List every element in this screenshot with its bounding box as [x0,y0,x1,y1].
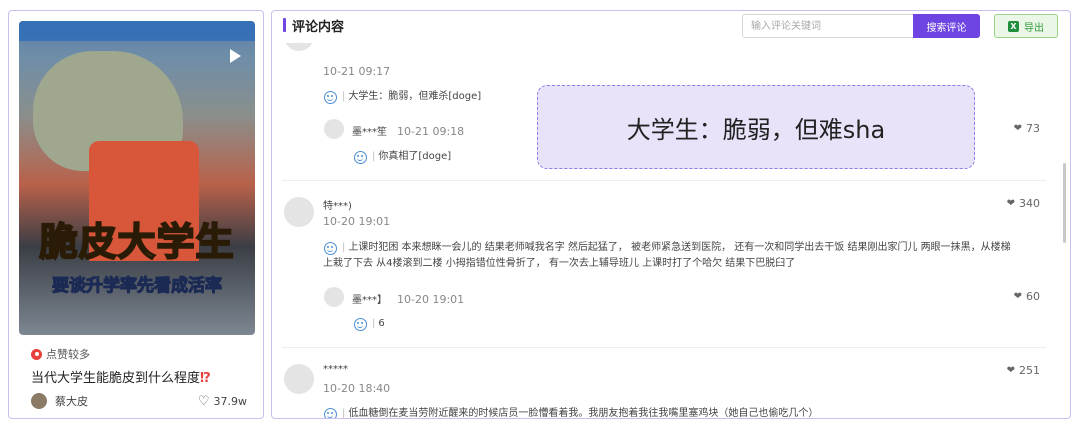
reply-text: | 6 [372,318,385,329]
reply-likes[interactable]: ❤ 73 [1014,122,1040,135]
panel-title: 评论内容 [292,20,345,35]
smile-icon [324,91,337,104]
comment-likes-count: 251 [1019,364,1040,377]
comments-panel: 评论内容 搜索评论 X 导出 10-21 09:17 |大学生：脆弱，但难杀[d… [271,10,1071,419]
video-title[interactable]: 当代大学生能脆皮到什么程度⁉ [31,367,211,386]
comment-text: | 大学生：脆弱，但难杀[doge] [342,91,482,102]
play-icon[interactable] [230,49,241,63]
comment-text-body: 大学生：脆弱，但难杀[doge] [348,91,482,102]
comment-likes[interactable]: ❤ 340 [1007,197,1040,210]
reply-likes[interactable]: ❤ 60 [1014,290,1040,303]
reply-time: 10-21 09:18 [397,125,465,138]
comment-likes-count: 340 [1019,197,1040,210]
reply-text: | 你真相了[doge] [372,151,452,162]
reply-avatar[interactable] [324,287,344,307]
reply-likes-count: 60 [1026,290,1040,303]
popularity-badge: 点赞较多 [31,346,90,362]
comment-likes[interactable]: ❤ 251 [1007,364,1040,377]
comment-text-line1: 上课时犯困 本来想眯一会儿的 结果老师喊我名字 然后起猛了， 被老师紧急送到医院… [348,242,1011,253]
badge-icon [31,348,42,360]
video-likes: ♡ 37.9w [198,395,247,408]
heart-icon: ❤ [1006,365,1015,376]
heart-icon: ❤ [1013,123,1022,134]
comment-text: | 上课时犯困 本来想眯一会儿的 结果老师喊我名字 然后起猛了， 被老师紧急送到医… [342,242,1011,253]
thumbnail-title: 脆皮大学生 [38,219,235,265]
commenter-name[interactable]: ***** [323,364,348,375]
comment-tooltip: 大学生：脆弱，但难sha [537,85,975,169]
commenter-name[interactable]: 特***) [323,197,352,212]
video-card[interactable]: 脆皮大学生 要谈升学率先看成活率 点赞较多 当代大学生能脆皮到什么程度⁉ 蔡大皮… [8,10,264,419]
commenter-avatar[interactable] [284,364,314,394]
comments-header: 评论内容 搜索评论 X 导出 [272,11,1070,43]
comment-divider [282,347,1046,348]
smile-icon [354,151,367,164]
comment-text-body: 低血糖倒在麦当劳附近醒来的时候店员一脸懵看着我。我朋友抱着我往我嘴里塞鸡块（她自… [348,408,819,418]
comment-time: 10-21 09:17 [323,65,391,78]
comment-text: | 低血糖倒在麦当劳附近醒来的时候店员一脸懵看着我。我朋友抱着我往我嘴里塞鸡块（她… [342,408,819,418]
thumbnail-subtitle: 要谈升学率先看成活率 [52,276,223,297]
reply-avatar[interactable] [324,119,344,139]
thumbnail-banner [19,21,255,41]
commenter-avatar[interactable] [284,43,314,51]
smile-icon [324,408,337,418]
comment-divider [282,180,1046,181]
exclamation-question-icon: ⁉ [200,371,211,386]
reply-likes-count: 73 [1026,122,1040,135]
comments-scrollbar[interactable] [1063,163,1066,243]
reply-time: 10-20 19:01 [397,293,465,306]
excel-icon: X [1008,20,1019,32]
reply-text-body: 你真相了[doge] [378,151,452,162]
reply-name[interactable]: 墨***笙 [352,127,387,138]
author-name[interactable]: 蔡大皮 [55,393,88,409]
video-title-text: 当代大学生能脆皮到什么程度 [31,371,201,386]
export-label: 导出 [1024,22,1044,34]
heart-icon: ❤ [1006,198,1015,209]
reply-name[interactable]: 墨***】 [352,295,387,306]
heart-outline-icon: ♡ [197,393,210,409]
comment-time: 10-20 18:40 [323,382,391,395]
search-comments-button[interactable]: 搜索评论 [913,14,980,38]
reply-text-body: 6 [378,318,385,329]
video-likes-count: 37.9w [213,394,248,408]
smile-icon [354,318,367,331]
title-accent-bar [283,18,286,32]
export-button[interactable]: X 导出 [994,14,1058,38]
smile-icon [324,242,337,255]
reply-meta: 墨***】 10-20 19:01 [352,291,464,306]
author-avatar[interactable] [31,393,47,409]
badge-label: 点赞较多 [46,348,90,361]
comment-time: 10-20 19:01 [323,215,391,228]
video-meta: 蔡大皮 ♡ 37.9w [31,393,247,409]
commenter-avatar[interactable] [284,197,314,227]
comment-search-input[interactable] [742,14,914,38]
reply-meta: 墨***笙 10-21 09:18 [352,123,464,138]
comment-text-continued: 上栽了下去 从4楼滚到二楼 小拇指错位性骨折了， 有一次去上辅导班儿 上课时打了… [323,258,796,269]
heart-icon: ❤ [1013,291,1022,302]
video-thumbnail[interactable]: 脆皮大学生 要谈升学率先看成活率 [19,21,255,335]
